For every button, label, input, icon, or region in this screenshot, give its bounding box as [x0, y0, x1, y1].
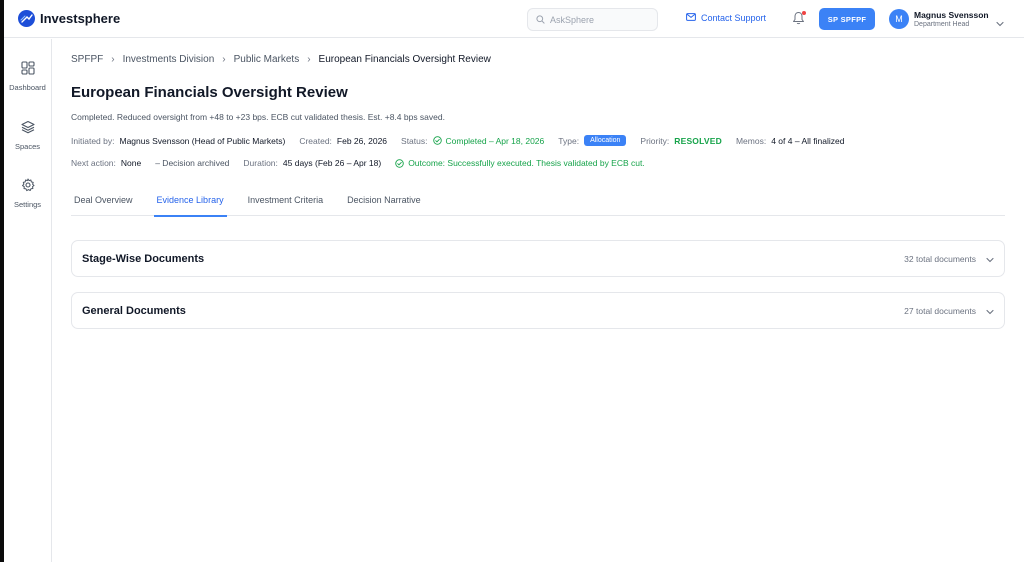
- layers-icon: [20, 120, 35, 139]
- breadcrumb-item[interactable]: Investments Division: [123, 54, 215, 65]
- tab-evidence-library[interactable]: Evidence Library: [153, 189, 227, 217]
- tab-bar: Deal Overview Evidence Library Investmen…: [71, 189, 1005, 217]
- tab-decision-narrative[interactable]: Decision Narrative: [344, 189, 424, 216]
- breadcrumb-current: European Financials Oversight Review: [318, 54, 491, 65]
- user-role: Department Head: [914, 21, 970, 28]
- sidebar-item-spaces[interactable]: Spaces: [4, 120, 51, 151]
- user-name[interactable]: Magnus Svensson: [914, 10, 989, 20]
- decision-note: – Decision archived: [155, 158, 230, 168]
- search-input[interactable]: [550, 14, 650, 25]
- section-general-documents[interactable]: General Documents 27 total documents: [71, 292, 1005, 329]
- memos-label: Memos:: [735, 135, 767, 146]
- avatar[interactable]: M: [889, 9, 909, 29]
- check-circle-icon: [395, 158, 404, 168]
- chevron-down-icon[interactable]: [986, 250, 994, 268]
- priority-badge: RESOLVED: [674, 135, 722, 146]
- created-label: Created:: [299, 135, 332, 146]
- logo-icon: [18, 10, 35, 27]
- notification-button[interactable]: [792, 11, 806, 25]
- notification-dot: [802, 11, 806, 15]
- duration-value: 45 days (Feb 26 – Apr 18): [282, 158, 382, 168]
- page-summary: Completed. Reduced oversight from +48 to…: [71, 112, 445, 122]
- section-title: Stage-Wise Documents: [82, 252, 205, 265]
- app-name: Investsphere: [40, 11, 121, 26]
- dashboard-icon: [20, 61, 35, 80]
- section-title: General Documents: [82, 304, 186, 317]
- mail-icon: [686, 13, 696, 23]
- tab-deal-overview[interactable]: Deal Overview: [71, 189, 136, 216]
- duration-label: Duration:: [243, 158, 278, 168]
- main-content: SPFPF › Investments Division › Public Ma…: [52, 39, 1024, 562]
- page-title: European Financials Oversight Review: [71, 84, 348, 101]
- sidebar: Dashboard Spaces Settings: [4, 39, 52, 562]
- sidebar-item-label: Spaces: [14, 142, 41, 151]
- chevron-right-icon: ›: [111, 54, 115, 65]
- sidebar-item-dashboard[interactable]: Dashboard: [4, 61, 51, 92]
- chevron-right-icon: ›: [307, 54, 311, 65]
- tab-investment-criteria[interactable]: Investment Criteria: [245, 189, 327, 216]
- initiated-by-label: Initiated by:: [71, 135, 115, 146]
- gear-icon: [21, 178, 35, 197]
- breadcrumb-item[interactable]: SPFPF: [71, 54, 103, 65]
- sidebar-item-label: Dashboard: [9, 83, 46, 92]
- contact-support-label: Contact Support: [701, 13, 767, 23]
- type-label: Type:: [558, 135, 580, 146]
- next-action-value: None: [120, 158, 142, 168]
- search-box[interactable]: [527, 8, 658, 31]
- priority-label: Priority:: [640, 135, 670, 146]
- chevron-right-icon: ›: [222, 54, 226, 65]
- search-icon: [536, 11, 545, 29]
- next-action-label: Next action:: [71, 158, 116, 168]
- contact-support-link[interactable]: Contact Support: [686, 13, 766, 23]
- breadcrumb-item[interactable]: Public Markets: [234, 54, 300, 65]
- initiated-by-value: Magnus Svensson (Head of Public Markets): [119, 135, 286, 146]
- document-count: 32 total documents: [904, 253, 976, 264]
- breadcrumb: SPFPF › Investments Division › Public Ma…: [71, 54, 491, 65]
- created-value: Feb 26, 2026: [336, 135, 388, 146]
- status-label: Status:: [401, 135, 428, 146]
- chevron-down-icon[interactable]: [986, 302, 994, 320]
- type-badge: Allocation: [584, 135, 627, 146]
- outcome-text: Outcome: Successfully executed. Thesis v…: [408, 158, 645, 168]
- section-stage-wise-documents[interactable]: Stage-Wise Documents 32 total documents: [71, 240, 1005, 277]
- sidebar-item-label: Settings: [13, 200, 42, 209]
- meta-row-secondary: Next action: None – Decision archived Du…: [71, 158, 659, 168]
- chevron-down-icon[interactable]: [996, 14, 1004, 32]
- document-count: 27 total documents: [904, 305, 976, 316]
- app-logo[interactable]: Investsphere: [18, 10, 120, 27]
- top-header: Investsphere Contact Support SP SPFPF M …: [4, 0, 1024, 38]
- meta-row-primary: Initiated by: Magnus Svensson (Head of P…: [71, 135, 858, 146]
- memos-value: 4 of 4 – All finalized: [771, 135, 845, 146]
- sidebar-item-settings[interactable]: Settings: [4, 178, 51, 209]
- check-circle-icon: [432, 136, 442, 145]
- org-switcher-button[interactable]: SP SPFPF: [819, 8, 875, 30]
- status-value: Completed – Apr 18, 2026: [445, 135, 545, 146]
